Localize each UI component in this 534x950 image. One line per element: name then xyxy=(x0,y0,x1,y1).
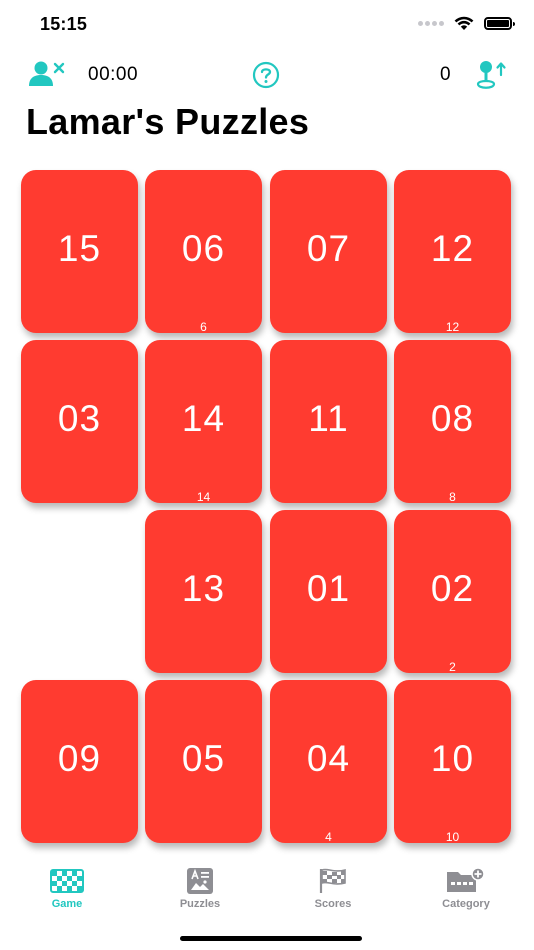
status-indicators xyxy=(418,16,515,31)
puzzle-tile[interactable]: 13 xyxy=(145,510,262,673)
tab-category[interactable]: Category xyxy=(416,868,516,910)
tab-label: Puzzles xyxy=(179,898,221,910)
puzzle-tile[interactable]: 04 4 xyxy=(270,680,387,844)
tile-number: 08 xyxy=(430,398,475,439)
remove-player-icon[interactable] xyxy=(28,60,66,93)
puzzle-tile[interactable]: 06 6 xyxy=(145,170,262,334)
puzzle-tile[interactable]: 11 xyxy=(270,340,387,503)
tab-bar: Game Puzzles Scores Category xyxy=(0,860,534,920)
checkered-flag-icon xyxy=(319,868,346,893)
tile-number: 01 xyxy=(306,568,351,609)
puzzle-tile[interactable]: 09 xyxy=(21,680,138,843)
tile-hint: 8 xyxy=(449,490,456,504)
home-indicator xyxy=(180,936,362,941)
puzzle-card-icon xyxy=(187,868,213,894)
tile-hint: 14 xyxy=(196,490,211,504)
tile-number: 09 xyxy=(57,738,102,779)
page-title: Lamar's Puzzles xyxy=(26,101,310,142)
tile-number: 11 xyxy=(308,398,349,439)
tile-hint: 6 xyxy=(200,320,207,334)
status-time: 15:15 xyxy=(40,14,88,34)
cellular-signal-icon xyxy=(418,21,444,26)
tile-hint: 12 xyxy=(445,320,460,334)
puzzle-tile[interactable]: 02 2 xyxy=(394,510,511,674)
tile-number: 02 xyxy=(430,568,475,609)
puzzle-tile[interactable]: 15 xyxy=(21,170,138,333)
puzzle-tile[interactable]: 08 8 xyxy=(394,340,511,504)
status-bar: 15:15 xyxy=(0,0,534,52)
tile-number: 10 xyxy=(430,738,475,779)
tile-number: 14 xyxy=(181,398,226,439)
puzzle-tile[interactable]: 07 xyxy=(270,170,387,333)
folder-add-icon xyxy=(447,868,485,892)
puzzle-tile[interactable]: 14 14 xyxy=(145,340,262,504)
puzzle-tile[interactable]: 03 xyxy=(21,340,138,503)
tile-number: 13 xyxy=(181,568,226,609)
tile-number: 04 xyxy=(306,738,351,779)
tile-hint: 2 xyxy=(449,660,456,674)
puzzle-board: 15 06 6 07 12 12 03 14 14 11 08 8 13 01 … xyxy=(21,170,511,844)
tab-label: Category xyxy=(442,898,490,910)
tile-number: 03 xyxy=(57,398,102,439)
tab-scores[interactable]: Scores xyxy=(283,868,383,910)
tile-hint: 4 xyxy=(325,830,332,844)
move-count: 0 xyxy=(440,64,451,85)
puzzle-tile[interactable]: 01 xyxy=(270,510,387,673)
tab-label: Scores xyxy=(314,898,352,910)
puzzle-tile[interactable]: 10 10 xyxy=(394,680,511,844)
tab-label: Game xyxy=(51,898,83,910)
tile-hint: 10 xyxy=(445,830,460,844)
help-icon[interactable] xyxy=(252,61,280,94)
tile-number: 15 xyxy=(57,228,102,269)
tab-game[interactable]: Game xyxy=(17,868,117,910)
tile-number: 06 xyxy=(181,228,226,269)
tile-number: 12 xyxy=(430,228,475,269)
game-toolbar: 00:00 0 xyxy=(0,58,534,92)
joystick-upload-icon[interactable] xyxy=(474,58,508,97)
tab-puzzles[interactable]: Puzzles xyxy=(150,868,250,910)
puzzle-tile[interactable]: 12 12 xyxy=(394,170,511,334)
tile-number: 07 xyxy=(306,228,351,269)
tile-number: 05 xyxy=(181,738,226,779)
wifi-icon xyxy=(454,16,474,30)
puzzle-tile[interactable]: 05 xyxy=(145,680,262,843)
game-timer: 00:00 xyxy=(88,64,139,85)
battery-icon xyxy=(484,17,515,30)
checkerboard-icon xyxy=(50,869,84,893)
